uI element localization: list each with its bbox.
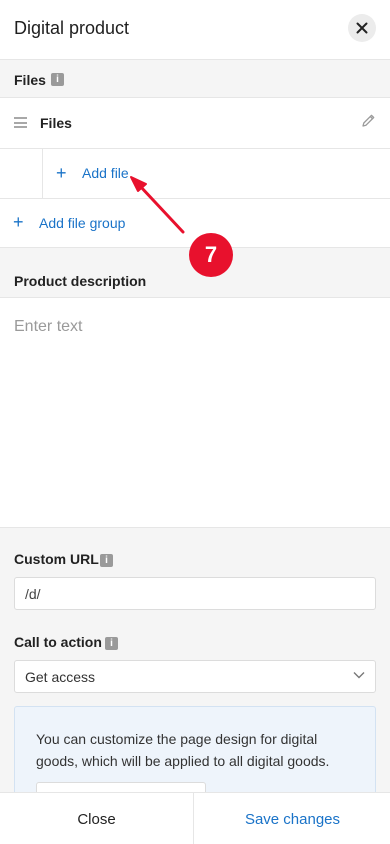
- info-icon[interactable]: i: [105, 637, 118, 650]
- file-group-row: Files: [0, 98, 390, 149]
- close-footer-button[interactable]: Close: [0, 793, 194, 844]
- pencil-icon[interactable]: [360, 113, 376, 129]
- panel-footer: Close Save changes: [0, 792, 390, 844]
- description-editor[interactable]: Enter text: [0, 298, 390, 528]
- save-changes-button[interactable]: Save changes: [195, 793, 390, 844]
- call-to-action-label: Call to action: [14, 634, 102, 650]
- description-label: Product description: [14, 273, 147, 289]
- info-icon[interactable]: i: [51, 73, 64, 86]
- panel-header: Digital product: [0, 0, 390, 60]
- design-info-box: You can customize the page design for di…: [14, 706, 376, 812]
- indent-divider: [42, 149, 43, 199]
- settings-section: Custom URL i /d/ Call to action i Get ac…: [0, 528, 390, 812]
- files-section-header: Files i: [0, 60, 390, 98]
- step-number-badge: 7: [189, 233, 233, 277]
- plus-icon: +: [13, 212, 24, 232]
- custom-url-input[interactable]: /d/: [14, 577, 376, 610]
- file-group-label: Files: [40, 115, 72, 131]
- close-icon: [356, 22, 368, 34]
- files-section-label: Files: [14, 72, 46, 88]
- close-button[interactable]: [348, 14, 376, 42]
- custom-url-label: Custom URL: [14, 551, 99, 567]
- plus-icon: +: [56, 163, 67, 183]
- info-icon[interactable]: i: [100, 554, 113, 567]
- description-placeholder: Enter text: [14, 318, 83, 335]
- add-file-row[interactable]: + Add file: [0, 149, 390, 199]
- panel-title: Digital product: [14, 18, 130, 38]
- chevron-down-icon: [353, 672, 365, 679]
- drag-handle-icon[interactable]: [14, 117, 27, 128]
- call-to-action-select[interactable]: Get access: [14, 660, 376, 693]
- add-file-link[interactable]: Add file: [82, 165, 129, 181]
- design-info-text: You can customize the page design for di…: [36, 731, 330, 769]
- call-to-action-value: Get access: [25, 669, 96, 685]
- add-file-group-link[interactable]: Add file group: [39, 215, 125, 231]
